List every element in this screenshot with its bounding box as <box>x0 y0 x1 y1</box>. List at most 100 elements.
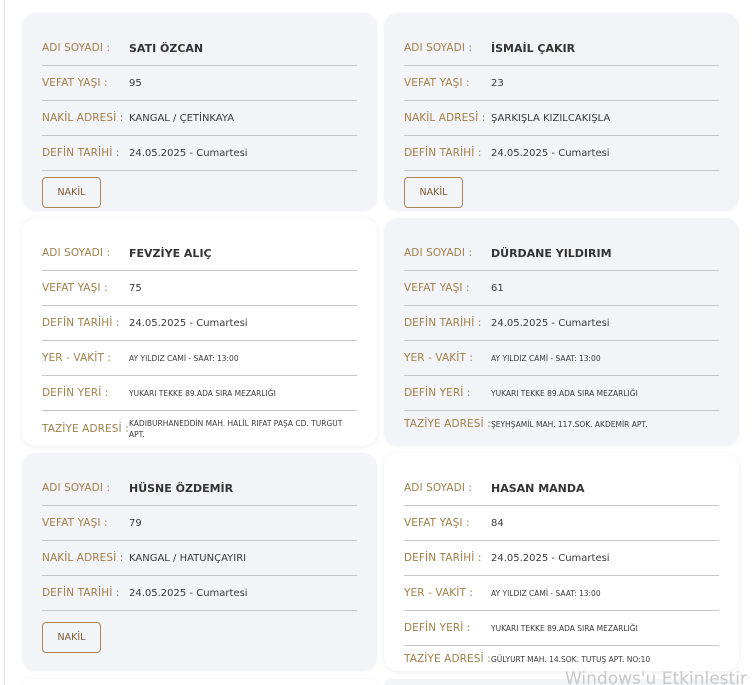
age-label: VEFAT YAŞI : <box>42 517 108 529</box>
name-label: ADI SOYADI : <box>42 247 111 259</box>
burial-date-value: 24.05.2025 - Cumartesi <box>129 147 248 159</box>
burial-date-label: DEFİN TARİHİ : <box>42 587 120 599</box>
condolence-label: TAZİYE ADRESİ : <box>42 423 129 435</box>
age-row: VEFAT YAŞI : 79 <box>42 506 357 541</box>
age-label: VEFAT YAŞI : <box>42 282 108 294</box>
obituary-card-fevziye-alic: ADI SOYADI : FEVZİYE ALIÇ VEFAT YAŞI : 7… <box>22 218 377 446</box>
burial-place-row: DEFİN YERİ : YUKARI TEKKE 89.ADA SIRA ME… <box>42 376 357 411</box>
place-time-row: YER - VAKİT : AY YILDIZ CAMİ - SAAT: 13:… <box>404 576 719 611</box>
burial-date-row: DEFİN TARİHİ : 24.05.2025 - Cumartesi <box>404 306 719 341</box>
age-row: VEFAT YAŞI : 61 <box>404 271 719 306</box>
burial-date-label: DEFİN TARİHİ : <box>42 317 120 329</box>
burial-date-row: DEFİN TARİHİ : 24.05.2025 - Cumartesi <box>42 576 357 611</box>
age-value: 84 <box>491 517 504 529</box>
burial-date-value: 24.05.2025 - Cumartesi <box>491 147 610 159</box>
nakil-row: NAKİL ADRESİ : ŞARKIŞLA KIZILCAKIŞLA <box>404 101 719 136</box>
nakil-value: KANGAL / ÇETİNKAYA <box>129 112 235 124</box>
name-label: ADI SOYADI : <box>404 482 473 494</box>
name-row: ADI SOYADI : HASAN MANDA <box>404 471 719 506</box>
place-time-label: YER - VAKİT : <box>404 587 474 599</box>
age-value: 61 <box>491 282 504 294</box>
age-label: VEFAT YAŞI : <box>404 77 470 89</box>
place-time-value: AY YILDIZ CAMİ - SAAT: 13:00 <box>129 353 239 363</box>
nakil-button[interactable]: NAKİL <box>404 177 463 208</box>
name-label: ADI SOYADI : <box>42 482 111 494</box>
nakil-button[interactable]: NAKİL <box>42 177 101 208</box>
name-value: HÜSNE ÖZDEMİR <box>129 481 234 495</box>
age-label: VEFAT YAŞI : <box>404 517 470 529</box>
condolence-row: TAZİYE ADRESİ : KADIBURHANEDDİN MAH. HAL… <box>42 411 357 447</box>
name-row: ADI SOYADI : SATI ÖZCAN <box>42 31 357 66</box>
age-label: VEFAT YAŞI : <box>42 77 108 89</box>
place-time-label: YER - VAKİT : <box>404 352 474 364</box>
age-row: VEFAT YAŞI : 75 <box>42 271 357 306</box>
burial-date-label: DEFİN TARİHİ : <box>404 147 482 159</box>
nakil-label: NAKİL ADRESİ : <box>42 112 124 124</box>
burial-place-value: YUKARI TEKKE 89.ADA SIRA MEZARLIĞI <box>491 388 638 398</box>
nakil-button[interactable]: NAKİL <box>42 622 101 653</box>
age-value: 23 <box>491 77 504 89</box>
place-time-row: YER - VAKİT : AY YILDIZ CAMİ - SAAT: 13:… <box>404 341 719 376</box>
nakil-label: NAKİL ADRESİ : <box>42 552 124 564</box>
burial-date-label: DEFİN TARİHİ : <box>42 147 120 159</box>
burial-place-row: DEFİN YERİ : YUKARI TEKKE 89.ADA SIRA ME… <box>404 376 719 411</box>
place-time-value: AY YILDIZ CAMİ - SAAT: 13:00 <box>491 588 601 598</box>
name-value: FEVZİYE ALIÇ <box>129 246 212 260</box>
name-label: ADI SOYADI : <box>404 42 473 54</box>
page-left-border <box>4 0 5 685</box>
burial-place-value: YUKARI TEKKE 89.ADA SIRA MEZARLIĞI <box>129 388 276 398</box>
burial-date-label: DEFİN TARİHİ : <box>404 552 482 564</box>
age-value: 95 <box>129 77 142 89</box>
burial-date-label: DEFİN TARİHİ : <box>404 317 482 329</box>
condolence-label: TAZİYE ADRESİ : <box>404 418 491 430</box>
name-label: ADI SOYADI : <box>404 247 473 259</box>
nakil-value: ŞARKIŞLA KIZILCAKIŞLA <box>491 112 611 124</box>
nakil-label: NAKİL ADRESİ : <box>404 112 486 124</box>
condolence-value: KADIBURHANEDDİN MAH. HALİL RIFAT PAŞA CD… <box>129 419 343 439</box>
obituary-card-hasan-manda: ADI SOYADI : HASAN MANDA VEFAT YAŞI : 84… <box>384 453 739 671</box>
name-row: ADI SOYADI : FEVZİYE ALIÇ <box>42 236 357 271</box>
burial-date-value: 24.05.2025 - Cumartesi <box>129 317 248 329</box>
name-row: ADI SOYADI : İSMAİL ÇAKIR <box>404 31 719 66</box>
burial-date-row: DEFİN TARİHİ : 24.05.2025 - Cumartesi <box>404 541 719 576</box>
burial-place-row: DEFİN YERİ : YUKARI TEKKE 89.ADA SIRA ME… <box>404 611 719 646</box>
burial-place-label: DEFİN YERİ : <box>404 622 471 634</box>
age-row: VEFAT YAŞI : 84 <box>404 506 719 541</box>
burial-date-row: DEFİN TARİHİ : 24.05.2025 - Cumartesi <box>404 136 719 171</box>
obituary-card-durdane-yildirim: ADI SOYADI : DÜRDANE YILDIRIM VEFAT YAŞI… <box>384 218 739 446</box>
burial-date-row: DEFİN TARİHİ : 24.05.2025 - Cumartesi <box>42 136 357 171</box>
name-row: ADI SOYADI : DÜRDANE YILDIRIM <box>404 236 719 271</box>
name-row: ADI SOYADI : HÜSNE ÖZDEMİR <box>42 471 357 506</box>
condolence-value: ŞEYHŞAMİL MAH. 117.SOK. AKDEMİR APT. <box>491 419 648 429</box>
name-value: SATI ÖZCAN <box>129 41 204 55</box>
condolence-label: TAZİYE ADRESİ : <box>404 653 491 665</box>
name-value: İSMAİL ÇAKIR <box>491 41 576 55</box>
burial-date-row: DEFİN TARİHİ : 24.05.2025 - Cumartesi <box>42 306 357 341</box>
name-value: DÜRDANE YILDIRIM <box>491 246 612 260</box>
burial-date-value: 24.05.2025 - Cumartesi <box>491 317 610 329</box>
windows-activation-watermark: Windows'u Etkinleştir <box>565 669 747 685</box>
name-label: ADI SOYADI : <box>42 42 111 54</box>
burial-date-value: 24.05.2025 - Cumartesi <box>491 552 610 564</box>
age-label: VEFAT YAŞI : <box>404 282 470 294</box>
condolence-value: GÜLYURT MAH. 14.SOK. TUTUŞ APT. NO:10 <box>491 654 651 664</box>
burial-place-value: YUKARI TEKKE 89.ADA SIRA MEZARLIĞI <box>491 623 638 633</box>
obituary-card-husne-ozdemir: ADI SOYADI : HÜSNE ÖZDEMİR VEFAT YAŞI : … <box>22 453 377 671</box>
obituary-card-sati-ozcan: ADI SOYADI : SATI ÖZCAN VEFAT YAŞI : 95 … <box>22 13 377 211</box>
obituary-card-ismail-cakir: ADI SOYADI : İSMAİL ÇAKIR VEFAT YAŞI : 2… <box>384 13 739 211</box>
burial-date-value: 24.05.2025 - Cumartesi <box>129 587 248 599</box>
nakil-value: KANGAL / HATUNÇAYIRI <box>129 552 247 564</box>
nakil-row: NAKİL ADRESİ : KANGAL / ÇETİNKAYA <box>42 101 357 136</box>
place-time-row: YER - VAKİT : AY YILDIZ CAMİ - SAAT: 13:… <box>42 341 357 376</box>
age-row: VEFAT YAŞI : 23 <box>404 66 719 101</box>
place-time-value: AY YILDIZ CAMİ - SAAT: 13:00 <box>491 353 601 363</box>
nakil-row: NAKİL ADRESİ : KANGAL / HATUNÇAYIRI <box>42 541 357 576</box>
burial-place-label: DEFİN YERİ : <box>42 387 109 399</box>
burial-place-label: DEFİN YERİ : <box>404 387 471 399</box>
obituary-card-next-left <box>22 679 377 685</box>
place-time-label: YER - VAKİT : <box>42 352 112 364</box>
condolence-row: TAZİYE ADRESİ : ŞEYHŞAMİL MAH. 117.SOK. … <box>404 411 719 437</box>
age-value: 79 <box>129 517 142 529</box>
name-value: HASAN MANDA <box>491 481 585 495</box>
age-value: 75 <box>129 282 142 294</box>
